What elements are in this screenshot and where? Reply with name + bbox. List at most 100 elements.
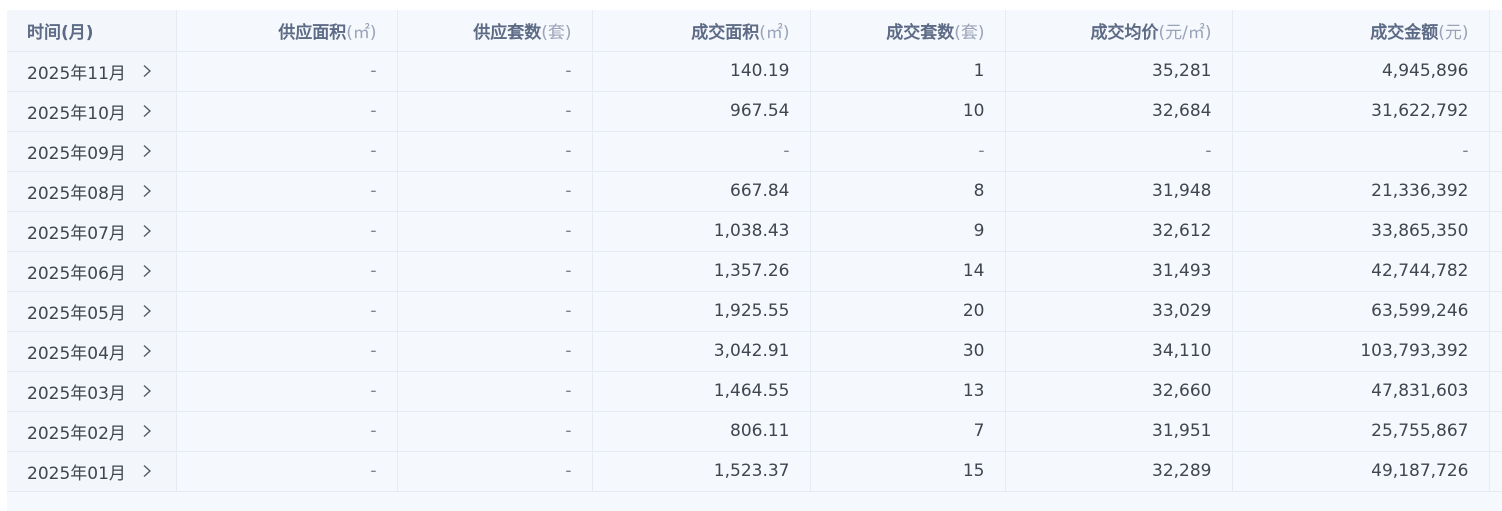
cell-supply-area: - <box>176 331 398 372</box>
chevron-right-icon[interactable] <box>140 144 154 158</box>
row-month-cell[interactable]: 2025年04月 <box>7 331 177 372</box>
row-month-label: 2025年10月 <box>27 103 126 124</box>
table-row[interactable]: 2025年05月 - -1,925.55 20 33,029 63,599,246 <box>7 291 1502 332</box>
table-row[interactable]: 2025年09月 - - - - - - <box>7 131 1502 172</box>
cell-deal-units: 10 <box>810 91 1006 132</box>
cell-supply-area: - <box>176 131 398 172</box>
header-deal-amount-label: 成交金额 <box>1370 22 1439 43</box>
monthly-transaction-table-container: 时间(月) 供应面积(㎡) 供应套数(套) 成交面积(㎡) 成交套数(套) 成交… <box>7 10 1502 511</box>
chevron-right-icon[interactable] <box>140 184 154 198</box>
cell-deal-amount: 42,744,782 <box>1232 251 1490 292</box>
cell-deal-area: 1,357.26 <box>592 251 811 292</box>
cell-deal-area: 667.84 <box>592 171 811 212</box>
header-month-label: 时间(月) <box>27 22 94 43</box>
row-month-label: 2025年07月 <box>27 223 126 244</box>
header-supply-area-unit: (㎡) <box>346 22 377 43</box>
cell-deal-area: 140.19 <box>592 51 811 92</box>
cell-avg-price: 31,951 <box>1005 411 1233 452</box>
cell-avg-price: 33,029 <box>1005 291 1233 332</box>
row-month-label: 2025年11月 <box>27 63 126 84</box>
cell-supply-units: - <box>397 291 593 332</box>
chevron-right-icon[interactable] <box>140 464 154 478</box>
table-row[interactable]: 2025年01月 - -1,523.37 15 32,289 49,187,726 <box>7 451 1502 492</box>
cell-deal-area: 1,523.37 <box>592 451 811 492</box>
row-month-cell[interactable]: 2025年08月 <box>7 171 177 212</box>
cell-deal-amount: 63,599,246 <box>1232 291 1490 332</box>
cell-deal-units: 15 <box>810 451 1006 492</box>
cell-supply-units: - <box>397 331 593 372</box>
row-month-label: 2025年05月 <box>27 303 126 324</box>
row-month-cell[interactable]: 2025年09月 <box>7 131 177 172</box>
chevron-right-icon[interactable] <box>140 304 154 318</box>
cell-avg-price: 31,948 <box>1005 171 1233 212</box>
table-row[interactable]: 2025年08月 - -667.84 8 31,948 21,336,392 <box>7 171 1502 212</box>
chevron-right-icon[interactable] <box>140 64 154 78</box>
row-month-cell[interactable]: 2025年05月 <box>7 291 177 332</box>
table-row[interactable]: 2025年10月 - -967.54 10 32,684 31,622,792 <box>7 91 1502 132</box>
cell-supply-area: - <box>176 171 398 212</box>
row-month-label: 2025年08月 <box>27 183 126 204</box>
cell-supply-units: - <box>397 171 593 212</box>
cell-supply-area: - <box>176 51 398 92</box>
cell-deal-units: 9 <box>810 211 1006 252</box>
table-row[interactable]: 2025年04月 - -3,042.91 30 34,110 103,793,392 <box>7 331 1502 372</box>
row-spacer-cell <box>1489 331 1502 372</box>
chevron-right-icon[interactable] <box>140 264 154 278</box>
cell-supply-units: - <box>397 91 593 132</box>
table-row[interactable]: 2025年02月 - -806.11 7 31,951 25,755,867 <box>7 411 1502 452</box>
chevron-right-icon[interactable] <box>140 424 154 438</box>
cell-deal-area: - <box>592 131 811 172</box>
cell-deal-area: 1,925.55 <box>592 291 811 332</box>
cell-deal-units: 14 <box>810 251 1006 292</box>
cell-avg-price: 32,660 <box>1005 371 1233 412</box>
header-supply-units-label: 供应套数 <box>473 22 542 43</box>
row-spacer-cell <box>1489 291 1502 332</box>
header-deal-amount-unit: (元) <box>1438 22 1469 43</box>
row-spacer-cell <box>1489 451 1502 492</box>
cell-deal-area: 1,038.43 <box>592 211 811 252</box>
table-row[interactable]: 2025年11月 - -140.19 1 35,281 4,945,896 <box>7 51 1502 92</box>
row-month-cell[interactable]: 2025年06月 <box>7 251 177 292</box>
cell-deal-amount: 4,945,896 <box>1232 51 1490 92</box>
header-deal-area: 成交面积(㎡) <box>592 10 811 52</box>
header-spacer <box>1489 10 1502 52</box>
cell-supply-units: - <box>397 371 593 412</box>
header-avg-price: 成交均价(元/㎡) <box>1005 10 1233 52</box>
row-month-label: 2025年02月 <box>27 423 126 444</box>
cell-supply-units: - <box>397 211 593 252</box>
cell-supply-area: - <box>176 411 398 452</box>
row-spacer-cell <box>1489 251 1502 292</box>
row-month-label: 2025年01月 <box>27 463 126 484</box>
cell-deal-amount: 49,187,726 <box>1232 451 1490 492</box>
cell-avg-price: 35,281 <box>1005 51 1233 92</box>
header-deal-units: 成交套数(套) <box>810 10 1006 52</box>
table-row[interactable]: 2025年06月 - -1,357.26 14 31,493 42,744,782 <box>7 251 1502 292</box>
row-month-cell[interactable]: 2025年01月 <box>7 451 177 492</box>
cell-supply-area: - <box>176 251 398 292</box>
row-month-cell[interactable]: 2025年03月 <box>7 371 177 412</box>
table-header-row: 时间(月) 供应面积(㎡) 供应套数(套) 成交面积(㎡) 成交套数(套) 成交… <box>7 10 1502 52</box>
header-avg-price-label: 成交均价 <box>1090 22 1159 43</box>
table-row[interactable]: 2025年07月 - -1,038.43 9 32,612 33,865,350 <box>7 211 1502 252</box>
cell-supply-units: - <box>397 451 593 492</box>
header-deal-area-unit: (㎡) <box>759 22 790 43</box>
cell-supply-area: - <box>176 91 398 132</box>
chevron-right-icon[interactable] <box>140 104 154 118</box>
cell-deal-units: - <box>810 131 1006 172</box>
chevron-right-icon[interactable] <box>140 224 154 238</box>
row-month-cell[interactable]: 2025年10月 <box>7 91 177 132</box>
chevron-right-icon[interactable] <box>140 344 154 358</box>
monthly-transaction-table: 时间(月) 供应面积(㎡) 供应套数(套) 成交面积(㎡) 成交套数(套) 成交… <box>7 10 1502 492</box>
cell-deal-amount: 31,622,792 <box>1232 91 1490 132</box>
cell-deal-units: 1 <box>810 51 1006 92</box>
row-month-cell[interactable]: 2025年07月 <box>7 211 177 252</box>
row-month-cell[interactable]: 2025年02月 <box>7 411 177 452</box>
table-row[interactable]: 2025年03月 - -1,464.55 13 32,660 47,831,603 <box>7 371 1502 412</box>
header-deal-amount: 成交金额(元) <box>1232 10 1490 52</box>
row-spacer-cell <box>1489 91 1502 132</box>
cell-deal-area: 1,464.55 <box>592 371 811 412</box>
row-month-cell[interactable]: 2025年11月 <box>7 51 177 92</box>
cell-avg-price: 32,289 <box>1005 451 1233 492</box>
chevron-right-icon[interactable] <box>140 384 154 398</box>
row-spacer-cell <box>1489 131 1502 172</box>
